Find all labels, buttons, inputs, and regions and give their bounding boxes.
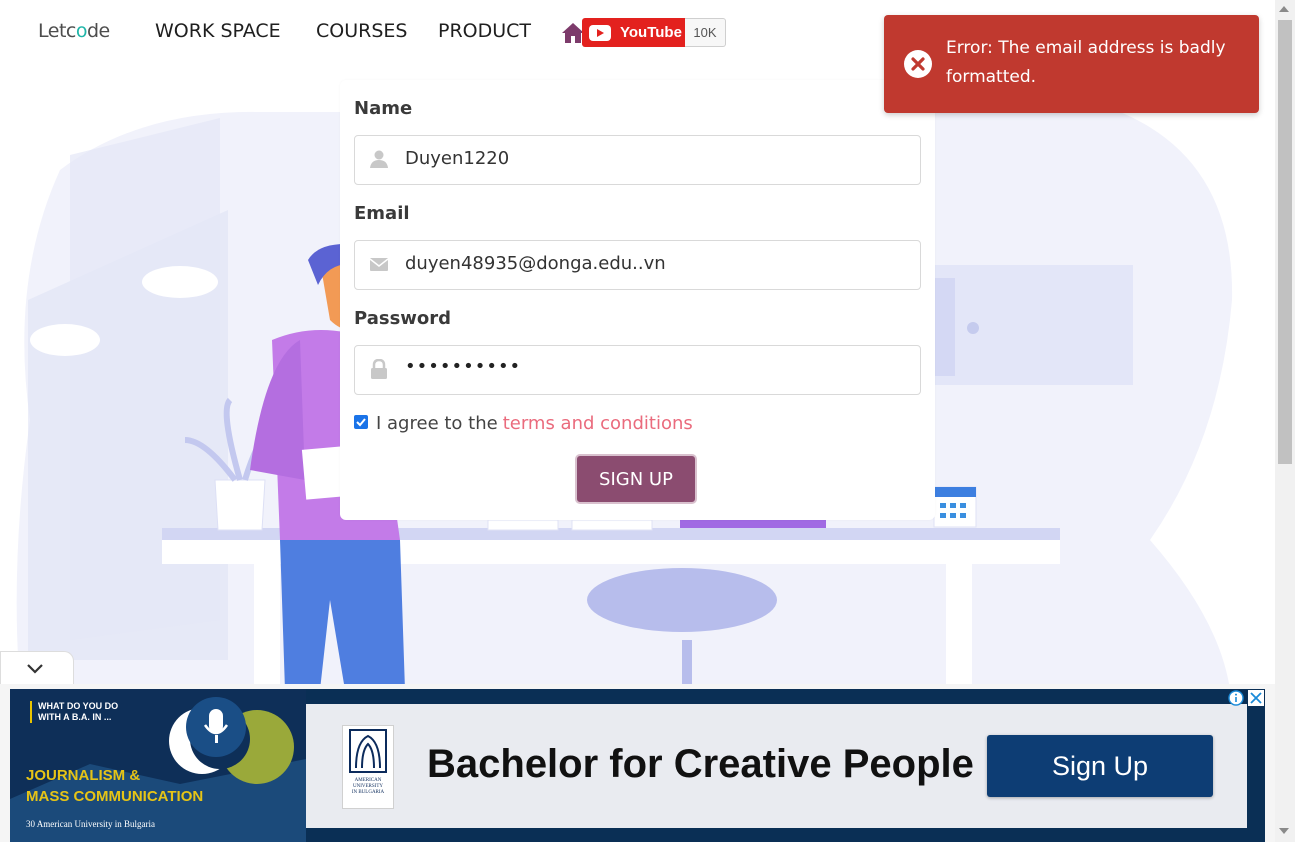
email-label: Email: [354, 203, 410, 224]
ad-question-line-2: WITH A B.A. IN ...: [38, 712, 112, 722]
envelope-icon: [369, 258, 389, 271]
youtube-play-icon: [589, 24, 611, 41]
signup-card: Name Duyen1220 Email duyen48935@donga.ed…: [340, 80, 935, 520]
logo-text-left: Letc: [38, 20, 76, 42]
chevron-down-icon: [27, 664, 43, 674]
aub-logo: AMERICAN UNIVERSITY IN BULGARIA: [342, 725, 394, 809]
ad-close-icon[interactable]: [1248, 690, 1264, 706]
aub-logo-line-3: IN BULGARIA: [351, 790, 385, 795]
error-message: Error: The email address is badly format…: [946, 38, 1226, 87]
password-label: Password: [354, 308, 452, 329]
ad-question-line-1: WHAT DO YOU DO: [38, 701, 119, 711]
ad-left-panel: WHAT DO YOU DO WITH A B.A. IN ... JOURNA…: [10, 689, 306, 842]
email-field[interactable]: duyen48935@donga.edu..vn: [354, 240, 921, 290]
page-scrollbar[interactable]: [1275, 0, 1295, 842]
signup-button[interactable]: SIGN UP: [575, 454, 697, 504]
agree-row: I agree to the terms and conditions: [354, 413, 693, 434]
youtube-subscriber-count: 10K: [685, 18, 726, 47]
error-toast[interactable]: Error: The email address is badly format…: [884, 15, 1259, 113]
agree-checkbox[interactable]: [354, 414, 368, 429]
nav-workspace[interactable]: WORK SPACE: [155, 20, 281, 42]
ad-program-line-2: MASS COMMUNICATION: [26, 788, 204, 805]
ad-program: JOURNALISM & MASS COMMUNICATION: [26, 765, 203, 807]
letcode-logo[interactable]: Letcode: [38, 20, 110, 42]
logo-text-right: de: [86, 20, 110, 42]
email-value: duyen48935@donga.edu..vn: [405, 253, 666, 274]
agree-text: I agree to the: [376, 413, 498, 434]
terms-link[interactable]: terms and conditions: [503, 413, 693, 434]
scroll-down-arrow-icon[interactable]: [1279, 828, 1289, 834]
ad-headline: Bachelor for Creative People: [427, 742, 974, 786]
lock-icon: [371, 359, 387, 379]
ad-banner[interactable]: WHAT DO YOU DO WITH A B.A. IN ... JOURNA…: [10, 689, 1265, 842]
ad-signup-button[interactable]: Sign Up: [987, 735, 1213, 797]
aub-logo-text: AMERICAN UNIVERSITY IN BULGARIA: [345, 778, 391, 796]
ad-info-icon[interactable]: [1228, 690, 1244, 706]
logo-text-accent: o: [75, 20, 88, 42]
name-value: Duyen1220: [405, 148, 510, 169]
ad-question: WHAT DO YOU DO WITH A B.A. IN ...: [30, 701, 118, 723]
ad-program-line-1: JOURNALISM &: [26, 767, 141, 784]
scroll-up-arrow-icon[interactable]: [1279, 6, 1289, 12]
name-field[interactable]: Duyen1220: [354, 135, 921, 185]
password-field[interactable]: ••••••••••: [354, 345, 921, 395]
error-x-icon: [904, 50, 932, 78]
checkmark-icon: [356, 417, 366, 426]
scrollbar-thumb[interactable]: [1278, 20, 1292, 464]
ad-right-panel: AMERICAN UNIVERSITY IN BULGARIA Bachelor…: [306, 704, 1247, 828]
nav-courses[interactable]: COURSES: [316, 20, 407, 42]
youtube-label: YouTube: [620, 24, 682, 41]
ad-collapse-tab[interactable]: [0, 651, 74, 686]
password-value: ••••••••••: [405, 356, 522, 377]
name-label: Name: [354, 98, 413, 119]
aub-crest-icon: [349, 729, 387, 773]
youtube-subscribe-button[interactable]: YouTube: [582, 18, 685, 47]
ad-university-tag: 30 American University in Bulgaria: [26, 819, 155, 829]
user-icon: [370, 150, 388, 168]
nav-product[interactable]: PRODUCT: [438, 20, 531, 42]
